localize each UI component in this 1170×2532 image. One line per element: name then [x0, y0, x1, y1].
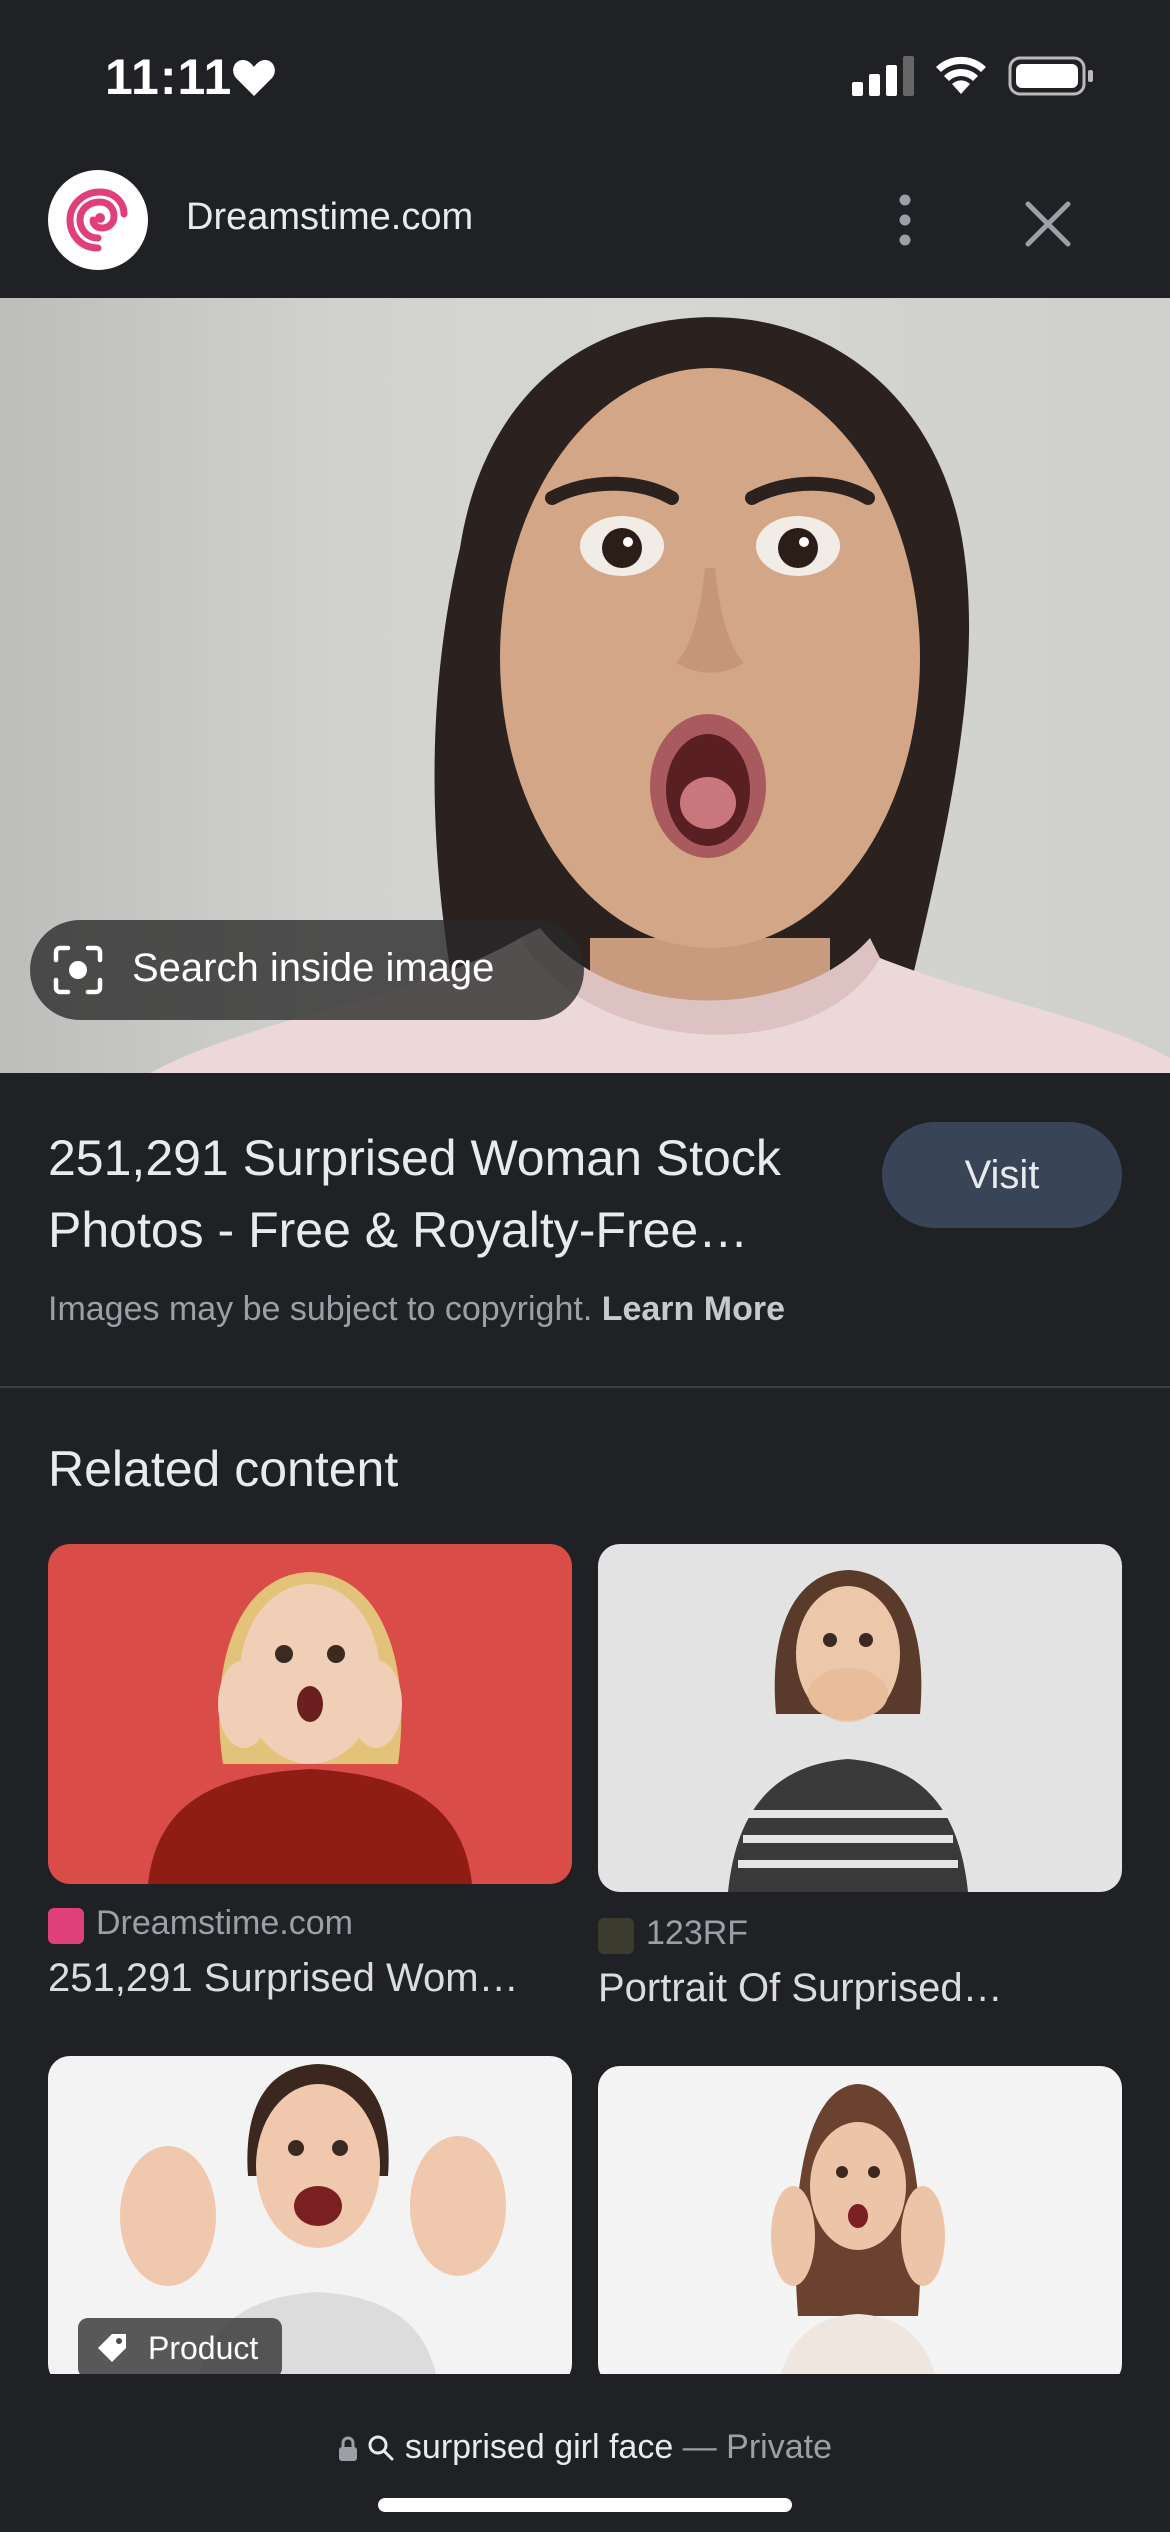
close-icon[interactable]	[1020, 196, 1076, 252]
lock-icon	[339, 2436, 357, 2461]
more-options-icon[interactable]	[880, 190, 930, 250]
search-icon	[368, 2435, 394, 2461]
source-name: 123RF	[646, 1914, 749, 1952]
lens-icon	[53, 945, 103, 995]
dreamstime-favicon-icon	[48, 1908, 84, 1944]
separator: —	[682, 2428, 717, 2466]
related-card[interactable]	[598, 2066, 1122, 2386]
address-row[interactable]: surprised girl face — Private	[0, 2428, 1170, 2467]
cellular-signal-icon	[852, 56, 914, 96]
main-image[interactable]: Search inside image	[0, 298, 1170, 1073]
related-card[interactable]: 123RF Portrait Of Surprised…	[598, 1544, 1122, 2024]
related-card[interactable]: Dreamstime.com 251,291 Surprised Wom…	[48, 1544, 572, 2014]
product-badge: Product	[78, 2318, 283, 2378]
site-logo[interactable]	[48, 170, 148, 270]
learn-more-link[interactable]: Learn More	[602, 1290, 785, 1328]
divider	[0, 1386, 1170, 1388]
copyright-notice: Images may be subject to copyright. Lear…	[48, 1290, 785, 1329]
related-thumbnail[interactable]	[598, 1544, 1122, 1892]
blonde-woman-photo	[148, 1572, 472, 1884]
related-thumbnail[interactable]	[598, 2066, 1122, 2386]
page: 11:11 Dreamstime.com Search inside image…	[0, 0, 1170, 2532]
copyright-text: Images may be subject to copyright.	[48, 1290, 593, 1328]
related-card[interactable]: Product	[48, 2056, 572, 2386]
search-query: surprised girl face	[404, 2428, 674, 2466]
wifi-icon	[936, 56, 986, 94]
home-indicator[interactable]	[378, 2498, 792, 2512]
battery-icon	[1008, 56, 1093, 96]
related-caption: 251,291 Surprised Wom…	[48, 1956, 519, 2000]
visit-button[interactable]: Visit	[882, 1122, 1122, 1228]
related-thumbnail[interactable]	[48, 1544, 572, 1884]
related-caption: Portrait Of Surprised…	[598, 1966, 1003, 2010]
brunette-woman-photo	[728, 1570, 968, 1892]
product-badge-label: Product	[148, 2330, 259, 2366]
tag-icon	[98, 2334, 126, 2362]
related-thumbnail[interactable]: Product	[48, 2056, 572, 2386]
viewer-header: Dreamstime.com	[0, 160, 1170, 298]
search-inside-image-label: Search inside image	[132, 946, 495, 990]
source-name: Dreamstime.com	[96, 1904, 353, 1942]
related-content-heading: Related content	[48, 1441, 399, 1497]
bottom-address-bar[interactable]: surprised girl face — Private	[0, 2374, 1170, 2532]
status-bar: 11:11	[0, 0, 1170, 150]
heart-icon	[233, 60, 275, 96]
123rf-favicon-icon	[598, 1918, 634, 1954]
status-time: 11:11	[105, 49, 233, 105]
young-woman-photo	[771, 2084, 945, 2386]
dreamstime-logo-icon	[50, 172, 146, 268]
site-name[interactable]: Dreamstime.com	[186, 196, 473, 239]
private-mode-label: Private	[726, 2428, 832, 2466]
search-inside-image-button[interactable]: Search inside image	[30, 920, 584, 1020]
result-title[interactable]: 251,291 Surprised Woman Stock Photos - F…	[48, 1122, 868, 1266]
